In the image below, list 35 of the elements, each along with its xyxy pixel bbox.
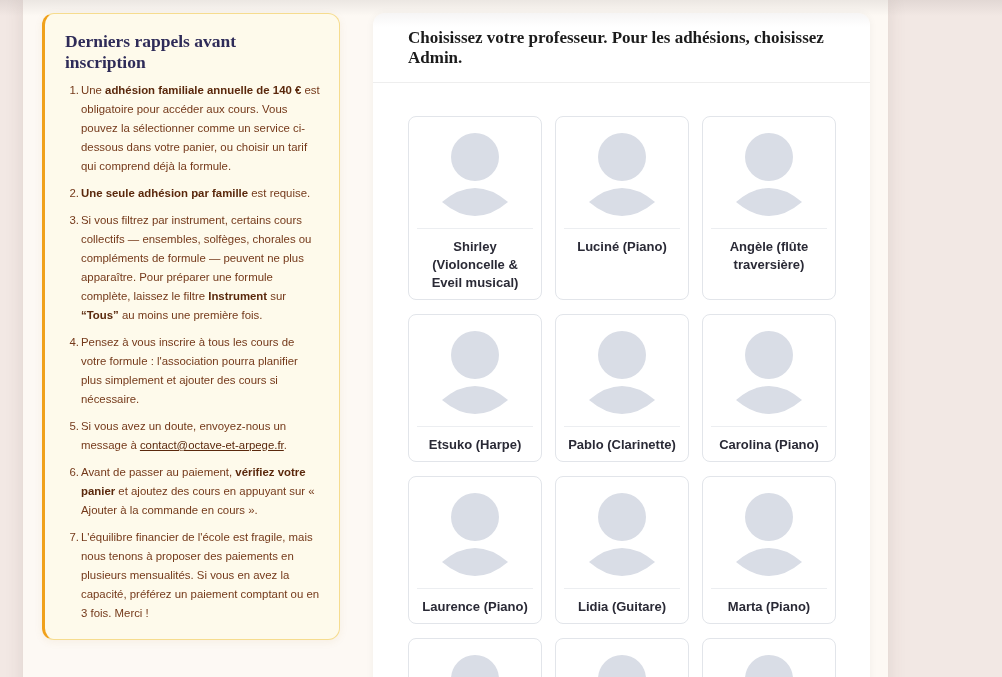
list-number: 1. xyxy=(68,83,79,98)
picker-title: Choisissez votre professeur. Pour les adhésions, choisissez Admin. xyxy=(408,28,825,68)
list-number: 2. xyxy=(68,186,79,201)
teacher-card[interactable]: Pablo (Clarinette) xyxy=(555,314,689,462)
list-number: 6. xyxy=(68,465,79,480)
list-item-text: Si vous filtrez par instrument, certains cours collectifs — ensembles, solfèges, chorales ou compléments de formule — peuvent ne plus apparaître. Pour préparer une formule complète, laissez le filtre Instrument sur “Tous” au moins une première fois. xyxy=(81,213,313,323)
avatar-icon xyxy=(442,331,508,414)
teacher-card[interactable]: Etsuko (Harpe) xyxy=(408,314,542,462)
avatar-icon xyxy=(589,133,655,216)
avatar-icon xyxy=(589,493,655,576)
list-number: 3. xyxy=(68,213,79,228)
avatar-icon xyxy=(442,493,508,576)
teacher-card[interactable]: Lidia (Guitare) xyxy=(555,476,689,624)
list-item-text: Une seule adhésion par famille est requise. xyxy=(81,186,312,201)
avatar-icon xyxy=(736,331,802,414)
list-item-text: Avant de passer au paiement, vérifiez votre panier et ajoutez des cours en appuyant sur « Ajouter à la commande en cours ». xyxy=(81,465,316,518)
avatar-icon xyxy=(589,331,655,414)
list-item-text: Pensez à vous inscrire à tous les cours de votre formule : l'association pourra planifier plus simplement et ajouter des cours si nécessaire. xyxy=(81,335,299,407)
email-link[interactable]: contact@octave-et-arpege.fr xyxy=(139,439,284,451)
teacher-card[interactable]: Angèle (flûte traversière) xyxy=(702,116,836,300)
teacher-card[interactable]: Luciné (Piano) xyxy=(555,116,689,300)
list-number: 4. xyxy=(68,335,79,350)
list-number: 7. xyxy=(68,530,79,545)
teacher-card[interactable]: Laurence (Piano) xyxy=(408,476,542,624)
teacher-card[interactable]: Shirley (Violoncelle & Eveil musical) xyxy=(408,116,542,300)
list-item-text: Une adhésion familiale annuelle de 140 € est obligatoire pour accéder aux cours. Vous pouvez la sélectionner comme un service ci-dessous dans votre panier, ou choisir un tarif qui comprend déjà la formule. xyxy=(81,83,321,174)
avatar-icon xyxy=(442,133,508,216)
teacher-card[interactable]: Carolina (Piano) xyxy=(702,314,836,462)
teacher-card[interactable]: Marta (Piano) xyxy=(702,476,836,624)
list-item-text: Si vous avez un doute, envoyez-nous un message à contact@octave-et-arpege.fr. xyxy=(81,419,288,453)
list-number: 5. xyxy=(68,419,79,434)
panel-title: Derniers rappels avant inscription xyxy=(65,31,238,73)
avatar-icon xyxy=(736,133,802,216)
avatar-icon xyxy=(736,493,802,576)
list-item-text: L'équilibre financier de l'école est fragile, mais nous tenons à proposer des paiements en plusieurs mensualités. Si vous en avez la capacité, préférez un paiement comptant ou en 3 fois. Merci ! xyxy=(81,530,321,621)
